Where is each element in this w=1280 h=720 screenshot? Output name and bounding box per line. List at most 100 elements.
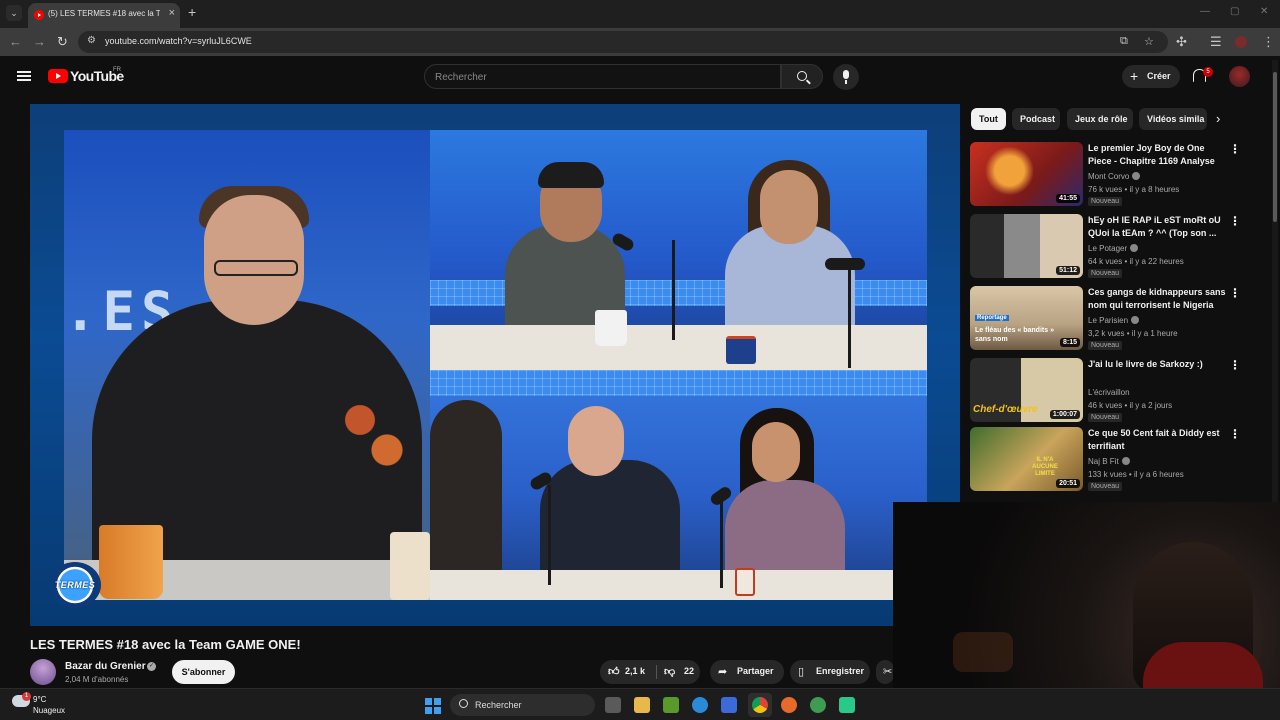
channel-avatar[interactable] [30,659,56,685]
temperature[interactable]: 9°C [33,695,46,704]
channel-name[interactable]: Bazar du Grenier [65,661,146,672]
recommendation-item[interactable]: 51:12 hEy oH lE RAP iL eST moRt oU QUoi … [970,214,1245,280]
create-button[interactable]: + Créer [1122,65,1180,88]
show-logo: TERMES [49,562,101,608]
recommendation-channel[interactable]: Le Potager [1088,244,1139,253]
bookmark-star-icon[interactable]: ☆ [1144,35,1154,48]
more-vert-icon[interactable]: ⋮ [1229,286,1241,300]
maximize-icon[interactable]: ▢ [1230,6,1239,17]
recommendation-item[interactable]: Chef-d'œuvre 1:00:07 J'ai lu le livre de… [970,358,1245,424]
browser-tab-bar: ⌄ (5) LES TERMES #18 avec la Team GAME O… [0,0,1280,28]
recommendation-item[interactable]: IL N'A AUCUNE LIMITE 20:51 Ce que 50 Cen… [970,427,1245,493]
recommendation-title[interactable]: Ces gangs de kidnappeurs sans nom qui te… [1088,286,1228,312]
youtube-logo-icon[interactable] [48,69,68,83]
like-count[interactable]: 2,1 k [625,666,645,676]
microsoft-store-icon[interactable] [721,697,737,713]
video-thumbnail[interactable]: 51:12 [970,214,1083,278]
host-glasses [214,260,298,276]
recommendation-channel[interactable]: Mont Corvo [1088,172,1141,181]
subscriber-count: 2,04 M d'abonnés [65,675,129,684]
cast-icon[interactable]: ⧉ [1120,35,1128,48]
background-light [953,632,1013,672]
save-button[interactable]: ▯ Enregistrer [790,660,870,684]
verified-check-icon [1130,244,1139,252]
account-avatar[interactable] [1229,66,1250,87]
more-actions-button[interactable]: ✂ [876,660,894,684]
more-vert-icon[interactable]: ⋮ [1229,142,1241,156]
guide-menu-icon[interactable] [17,71,31,81]
profile-avatar[interactable] [1235,36,1247,48]
site-info-tune-icon[interactable]: ⚙ [87,35,96,46]
reading-list-icon[interactable]: ☰ [1210,34,1222,50]
extensions-puzzle-icon[interactable]: ✣ [1176,34,1187,50]
video-player[interactable]: .ES TERMES [30,104,960,626]
chevron-right-icon[interactable]: › [1216,111,1220,126]
firefox-icon[interactable] [781,697,797,713]
show-logo-text: TERMES [54,580,96,590]
channel-name[interactable]: Le Parisien [1088,316,1128,325]
file-explorer-icon[interactable] [634,697,650,713]
address-bar[interactable]: ⚙ youtube.com/watch?v=syrluJL6CWE ⧉ ☆ [78,31,1168,53]
recommendation-title[interactable]: Le premier Joy Boy de One Piece - Chapit… [1088,142,1228,168]
recommendation-item[interactable]: 41:55 Le premier Joy Boy de One Piece - … [970,142,1245,208]
windows-taskbar: 1 9°C Nuageux Rechercher [0,688,1280,720]
blue-mug [726,336,756,364]
channel-name[interactable]: Le Potager [1088,244,1127,253]
subscribe-button[interactable]: S'abonner [172,660,235,684]
new-tab-plus-icon[interactable]: + [188,4,196,20]
recommendation-title[interactable]: Ce que 50 Cent fait à Diddy est terrifia… [1088,427,1228,453]
dislike-thumbs-down-icon[interactable]: 👎︎ [664,665,675,678]
task-view-icon[interactable] [605,697,621,713]
more-vert-icon[interactable]: ⋮ [1229,427,1241,441]
whatsapp-icon[interactable] [839,697,855,713]
share-button[interactable]: ➦ Partager [710,660,784,684]
channel-name[interactable]: Naj B Fit [1088,457,1119,466]
search-box [424,64,781,89]
mic-stand [720,498,723,588]
recommendation-meta: 46 k vues • il y a 2 jours [1088,401,1173,410]
video-thumbnail[interactable]: Chef-d'œuvre 1:00:07 [970,358,1083,422]
weather-description[interactable]: Nuageux [33,706,65,715]
nvidia-icon[interactable] [663,697,679,713]
chrome-icon[interactable] [752,697,768,713]
minimize-icon[interactable]: — [1200,6,1210,17]
scrollbar-thumb[interactable] [1273,72,1277,222]
white-mug [595,310,627,346]
windows-start-icon[interactable] [425,698,441,714]
recommendation-title[interactable]: J'ai lu le livre de Sarkozy :) [1088,358,1228,384]
chip-all[interactable]: Tout [971,108,1006,130]
tab-close-icon[interactable]: × [169,7,175,19]
tab-list-chevron-down-icon[interactable]: ⌄ [6,5,22,21]
search-button[interactable] [781,64,823,89]
reload-icon[interactable]: ↻ [57,34,68,50]
window-close-icon[interactable]: ✕ [1260,6,1268,17]
edge-icon[interactable] [692,697,708,713]
recommendation-channel[interactable]: Naj B Fit [1088,457,1130,466]
taskbar-search[interactable]: Rechercher [450,694,595,716]
app-icon[interactable] [810,697,826,713]
chip-role-playing-games[interactable]: Jeux de rôle [1067,108,1133,130]
browser-tab-active[interactable]: (5) LES TERMES #18 avec la Team GAME ONE… [28,3,180,28]
chip-podcast[interactable]: Podcast [1012,108,1060,130]
more-vert-icon[interactable]: ⋮ [1229,358,1241,372]
dislike-count[interactable]: 22 [684,666,694,676]
more-vert-icon[interactable]: ⋮ [1262,34,1275,50]
url-text[interactable]: youtube.com/watch?v=syrluJL6CWE [105,36,252,46]
video-thumbnail[interactable]: IL N'A AUCUNE LIMITE 20:51 [970,427,1083,491]
like-thumbs-up-icon[interactable]: 👍︎ [608,665,620,678]
verified-check-icon [1132,172,1141,180]
back-arrow-left-icon[interactable]: ← [9,34,22,49]
recommendation-channel[interactable]: Le Parisien [1088,316,1140,325]
recommendation-title[interactable]: hEy oH lE RAP iL eST moRt oU QUoi la tEA… [1088,214,1228,240]
recommendation-channel[interactable]: L'écrivaillon [1088,388,1130,397]
forward-arrow-right-icon[interactable]: → [33,34,46,49]
video-thumbnail[interactable]: Reportage Le fléau des « bandits » sans … [970,286,1083,350]
chip-similar-videos[interactable]: Vidéos simila [1139,108,1207,130]
voice-search-mic-icon[interactable] [833,64,859,90]
channel-name[interactable]: Mont Corvo [1088,172,1129,181]
duration-badge: 1:00:07 [1049,410,1080,419]
search-input[interactable] [435,70,765,84]
more-vert-icon[interactable]: ⋮ [1229,214,1241,228]
recommendation-item[interactable]: Reportage Le fléau des « bandits » sans … [970,286,1245,352]
video-thumbnail[interactable]: 41:55 [970,142,1083,206]
